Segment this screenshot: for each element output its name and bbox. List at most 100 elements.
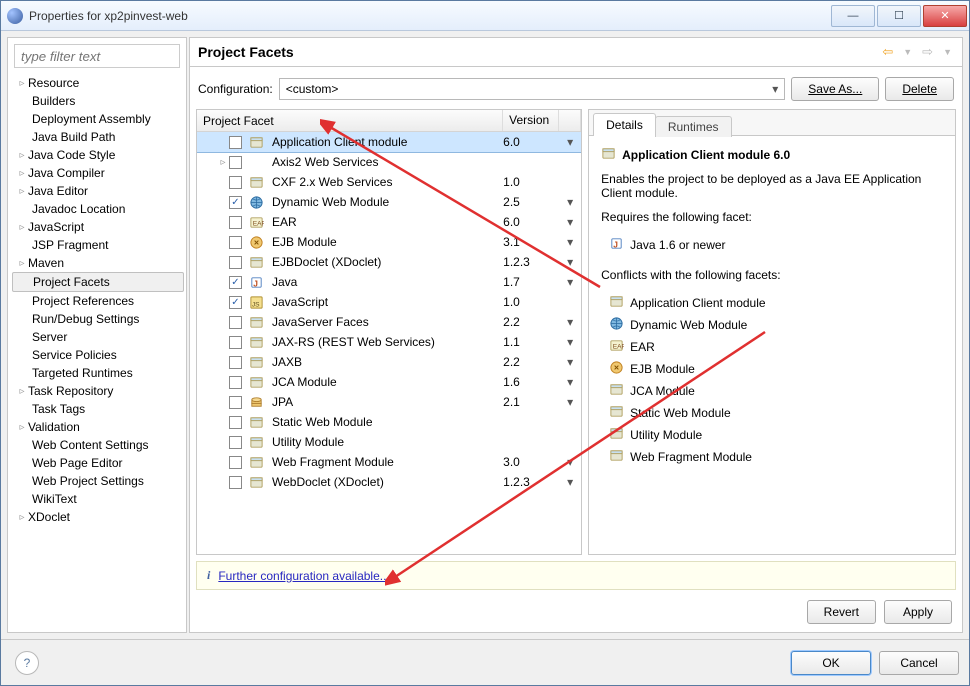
apply-button[interactable]: Apply	[884, 600, 952, 624]
facet-row[interactable]: JPA2.1▾	[197, 392, 581, 412]
sidebar-item[interactable]: JSP Fragment	[12, 236, 184, 254]
further-config-banner[interactable]: i Further configuration available...	[196, 561, 956, 590]
ok-button[interactable]: OK	[791, 651, 871, 675]
sidebar-item[interactable]: ▹Maven	[12, 254, 184, 272]
sidebar-item[interactable]: Server	[12, 328, 184, 346]
sidebar-item[interactable]: ▹Resource	[12, 74, 184, 92]
facet-row[interactable]: ✓JavaScript1.0	[197, 292, 581, 312]
version-dropdown[interactable]: ▾	[559, 455, 581, 469]
facet-checkbox[interactable]	[229, 136, 242, 149]
facet-row[interactable]: ✓Java1.7▾	[197, 272, 581, 292]
facet-checkbox[interactable]	[229, 396, 242, 409]
facet-row[interactable]: CXF 2.x Web Services1.0	[197, 172, 581, 192]
filter-input[interactable]	[14, 44, 180, 68]
sidebar-item[interactable]: Task Tags	[12, 400, 184, 418]
facet-checkbox[interactable]	[229, 256, 242, 269]
version-dropdown[interactable]: ▾	[559, 235, 581, 249]
facet-checkbox[interactable]	[229, 416, 242, 429]
facet-checkbox[interactable]	[229, 236, 242, 249]
nav-back-icon[interactable]: ⇦	[880, 42, 895, 62]
revert-button[interactable]: Revert	[807, 600, 876, 624]
expand-toggle[interactable]: ▹	[217, 157, 229, 168]
facet-checkbox[interactable]	[229, 336, 242, 349]
facet-row[interactable]: ✓Dynamic Web Module2.5▾	[197, 192, 581, 212]
facet-row[interactable]: Utility Module	[197, 432, 581, 452]
version-dropdown[interactable]: ▾	[559, 275, 581, 289]
version-dropdown[interactable]: ▾	[559, 335, 581, 349]
version-dropdown[interactable]: ▾	[559, 135, 581, 149]
sidebar-item[interactable]: ▹Validation	[12, 418, 184, 436]
version-dropdown[interactable]: ▾	[559, 255, 581, 269]
facet-row[interactable]: JAX-RS (REST Web Services)1.1▾	[197, 332, 581, 352]
facet-checkbox[interactable]: ✓	[229, 196, 242, 209]
version-dropdown[interactable]: ▾	[559, 315, 581, 329]
facet-row[interactable]: WebDoclet (XDoclet)1.2.3▾	[197, 472, 581, 492]
facet-row[interactable]: Web Fragment Module3.0▾	[197, 452, 581, 472]
sidebar-item[interactable]: Web Project Settings	[12, 472, 184, 490]
version-dropdown[interactable]: ▾	[559, 215, 581, 229]
help-button[interactable]: ?	[15, 651, 39, 675]
sidebar-item[interactable]: Javadoc Location	[12, 200, 184, 218]
sidebar-item[interactable]: WikiText	[12, 490, 184, 508]
version-dropdown[interactable]: ▾	[559, 355, 581, 369]
facet-checkbox[interactable]	[229, 176, 242, 189]
tab-details[interactable]: Details	[593, 113, 656, 136]
sidebar-item[interactable]: Web Content Settings	[12, 436, 184, 454]
delete-button[interactable]: Delete	[885, 77, 954, 101]
version-dropdown[interactable]: ▾	[559, 475, 581, 489]
facet-checkbox[interactable]	[229, 476, 242, 489]
close-button[interactable]: ✕	[923, 5, 967, 27]
minimize-button[interactable]: —	[831, 5, 875, 27]
nav-tree[interactable]: ▹ResourceBuildersDeployment AssemblyJava…	[8, 74, 186, 632]
col-facet[interactable]: Project Facet	[197, 110, 503, 131]
facet-checkbox[interactable]	[229, 456, 242, 469]
version-dropdown[interactable]: ▾	[559, 195, 581, 209]
sidebar-item[interactable]: Run/Debug Settings	[12, 310, 184, 328]
facet-checkbox[interactable]	[229, 356, 242, 369]
facet-row[interactable]: JavaServer Faces2.2▾	[197, 312, 581, 332]
sidebar-item[interactable]: ▹JavaScript	[12, 218, 184, 236]
nav-fwd-icon[interactable]: ⇨	[920, 42, 935, 62]
sidebar-item[interactable]: ▹Java Code Style	[12, 146, 184, 164]
save-as-button[interactable]: Save As...	[791, 77, 879, 101]
maximize-button[interactable]: ☐	[877, 5, 921, 27]
facet-checkbox[interactable]	[229, 216, 242, 229]
version-dropdown[interactable]: ▾	[559, 375, 581, 389]
facet-row[interactable]: EJBDoclet (XDoclet)1.2.3▾	[197, 252, 581, 272]
cancel-button[interactable]: Cancel	[879, 651, 959, 675]
facet-row[interactable]: JAXB2.2▾	[197, 352, 581, 372]
tab-runtimes[interactable]: Runtimes	[655, 116, 732, 137]
facet-checkbox[interactable]	[229, 436, 242, 449]
sidebar-item[interactable]: Java Build Path	[12, 128, 184, 146]
facet-checkbox[interactable]	[229, 156, 242, 169]
facet-row[interactable]: Static Web Module	[197, 412, 581, 432]
version-dropdown[interactable]: ▾	[559, 395, 581, 409]
sidebar-item[interactable]: Builders	[12, 92, 184, 110]
facet-checkbox[interactable]: ✓	[229, 276, 242, 289]
sidebar-item[interactable]: ▹Java Editor	[12, 182, 184, 200]
facet-row[interactable]: Application Client module6.0▾	[197, 132, 581, 152]
further-config-link[interactable]: Further configuration available...	[218, 569, 389, 583]
sidebar-item[interactable]: Deployment Assembly	[12, 110, 184, 128]
nav-back-menu[interactable]: ▼	[901, 45, 914, 59]
sidebar-item[interactable]: Web Page Editor	[12, 454, 184, 472]
col-version[interactable]: Version	[503, 110, 559, 131]
sidebar-item[interactable]: Project Facets	[12, 272, 184, 292]
titlebar[interactable]: Properties for xp2pinvest-web — ☐ ✕	[1, 1, 969, 31]
sidebar-item[interactable]: Targeted Runtimes	[12, 364, 184, 382]
facet-checkbox[interactable]	[229, 316, 242, 329]
sidebar-item[interactable]: Project References	[12, 292, 184, 310]
facet-checkbox[interactable]: ✓	[229, 296, 242, 309]
sidebar-item[interactable]: ▹Task Repository	[12, 382, 184, 400]
facet-row[interactable]: EAR6.0▾	[197, 212, 581, 232]
facet-row[interactable]: JCA Module1.6▾	[197, 372, 581, 392]
facet-row[interactable]: EJB Module3.1▾	[197, 232, 581, 252]
nav-fwd-menu[interactable]: ▼	[941, 45, 954, 59]
facet-table[interactable]: Project Facet Version Application Client…	[196, 109, 582, 555]
facet-checkbox[interactable]	[229, 376, 242, 389]
facet-row[interactable]: ▹Axis2 Web Services	[197, 152, 581, 172]
sidebar-item[interactable]: Service Policies	[12, 346, 184, 364]
sidebar-item[interactable]: ▹XDoclet	[12, 508, 184, 526]
config-combo[interactable]: <custom>	[279, 78, 786, 100]
sidebar-item[interactable]: ▹Java Compiler	[12, 164, 184, 182]
